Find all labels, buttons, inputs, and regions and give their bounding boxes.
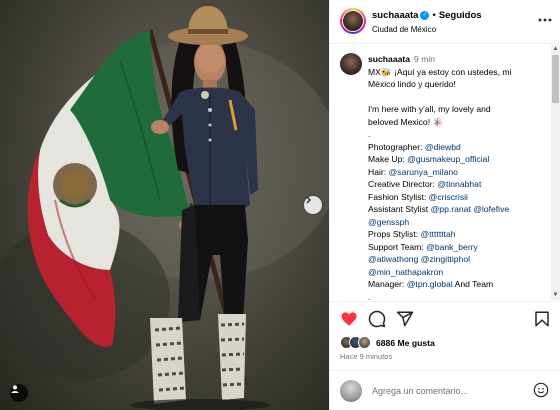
emoji-smile-icon[interactable] <box>533 382 549 398</box>
post-header: suchaaata ✓ • Seguidos Ciudad de México <box>330 0 560 44</box>
caption-mention-link[interactable]: @tttttttah <box>421 229 456 239</box>
caption-username[interactable]: suchaaata <box>368 54 410 64</box>
follow-status-button[interactable]: Seguidos <box>439 10 482 21</box>
user-tag-icon <box>11 385 19 393</box>
caption-mention-link[interactable]: @criscrisii <box>429 192 468 202</box>
caption-time: 9 min <box>414 54 436 64</box>
caption-text: Fashion Stylist: <box>368 191 429 202</box>
caption-mention-link[interactable]: @genssph <box>368 217 409 227</box>
caption-line: Fashion Stylist: @criscrisii <box>368 191 548 204</box>
liker-avatars <box>340 336 371 349</box>
caption-text: beloved Mexico! 🪅 <box>368 116 444 127</box>
caption-mention-link[interactable]: @tpn.global <box>407 279 453 289</box>
caption-header-line: suchaaata 9 min <box>368 53 548 66</box>
caption-line: @min_nathapakron <box>368 266 548 279</box>
caption-text: Manager: <box>368 279 407 289</box>
caption-text: Props Stylist: <box>368 229 421 239</box>
caption-mention-link[interactable]: @gusmakeup_official <box>407 154 489 164</box>
author-username[interactable]: suchaaata <box>372 10 418 21</box>
scroll-down-arrow-icon[interactable]: ▼ <box>551 291 560 300</box>
caption-text: Creative Director: <box>368 179 438 189</box>
caption-line: . <box>368 128 548 141</box>
caption-line: Assistant Stylist @pp.ranat @lofefive <box>368 203 548 216</box>
caption-author-avatar[interactable] <box>340 53 362 75</box>
post-side-panel: suchaaata ✓ • Seguidos Ciudad de México suc… <box>329 0 560 410</box>
caption-text: Hair: <box>368 166 389 177</box>
caption-mention-link[interactable]: @sarunya_milano <box>389 167 458 177</box>
caption-line: @genssph <box>368 216 548 229</box>
caption-line: Manager: @tpn.global And Team <box>368 278 548 291</box>
post-photo-illustration <box>0 6 329 410</box>
post-caption: suchaaata 9 min MX🐝 ¡Aquí ya estoy con us… <box>330 45 560 300</box>
likes-summary[interactable]: 6886 Me gusta <box>340 336 435 349</box>
caption-text: México lindo y querido! <box>368 79 456 89</box>
chevron-right-icon <box>306 196 311 204</box>
caption-line: Props Stylist: @tttttttah <box>368 228 548 241</box>
share-icon[interactable] <box>396 310 414 328</box>
caption-mention-link[interactable]: @min_nathapakron <box>368 267 443 277</box>
caption-text: Photographer: <box>368 141 425 152</box>
caption-mention-link[interactable]: @lofefive <box>473 204 509 214</box>
liker-avatar <box>358 336 371 349</box>
caption-line: Photographer: @diewbd <box>368 141 548 154</box>
action-icons <box>340 310 414 328</box>
caption-text: . <box>368 129 371 139</box>
caption-text: Make Up: <box>368 154 408 164</box>
post-image[interactable] <box>0 0 329 410</box>
bookmark-icon[interactable] <box>533 310 551 328</box>
next-image-button[interactable] <box>304 196 322 214</box>
caption-line: Creative Director: @tinnabhat <box>368 178 548 191</box>
more-options-button[interactable] <box>537 12 553 30</box>
current-user-avatar <box>340 380 362 402</box>
post-actions: 6886 Me gusta Hace 9 minutos <box>330 301 560 381</box>
separator-dot: • <box>432 10 436 21</box>
like-count[interactable]: 6886 Me gusta <box>376 338 435 348</box>
author-avatar[interactable] <box>340 8 366 34</box>
caption-text: And Team <box>452 279 494 289</box>
caption-text: Assistant Stylist <box>368 204 431 214</box>
caption-scrollbar[interactable]: ▲ ▼ <box>551 45 560 300</box>
author-line: suchaaata ✓ • Seguidos <box>372 10 482 21</box>
caption-line: México lindo y querido! <box>368 78 548 91</box>
caption-mention-link[interactable]: @tinnabhat <box>437 179 481 189</box>
post-timestamp: Hace 9 minutos <box>340 352 393 361</box>
caption-mention-link[interactable]: @diewbd <box>425 142 461 152</box>
caption-line: . <box>368 291 548 301</box>
caption-mention-link[interactable]: @zingittiphol <box>421 254 470 264</box>
caption-line: Hair: @sarunya_milano <box>368 166 548 179</box>
caption-mention-link[interactable]: @bank_berry <box>426 242 478 252</box>
verified-badge-icon: ✓ <box>420 10 430 20</box>
scroll-up-arrow-icon[interactable]: ▲ <box>551 45 560 54</box>
comment-composer <box>330 370 560 410</box>
caption-text: MX🐝 ¡Aquí ya estoy con ustedes, mi <box>368 66 512 77</box>
comment-input[interactable] <box>372 381 522 401</box>
caption-line: Make Up: @gusmakeup_official <box>368 153 548 166</box>
caption-line: MX🐝 ¡Aquí ya estoy con ustedes, mi <box>368 66 548 79</box>
user-tags-button[interactable] <box>10 384 28 402</box>
scrollbar-thumb[interactable] <box>552 55 559 103</box>
more-horizontal-icon <box>538 18 552 22</box>
caption-mention-link[interactable]: @atiwathong <box>368 254 418 264</box>
caption-text: . <box>368 291 371 301</box>
caption-text: Support Team: <box>368 241 427 252</box>
caption-line: @atiwathong @zingittiphol <box>368 253 548 266</box>
post-location[interactable]: Ciudad de México <box>372 25 436 34</box>
caption-line: Support Team: @bank_berry <box>368 241 548 254</box>
caption-line: I'm here with y'all, my lovely and <box>368 103 548 116</box>
comment-icon[interactable] <box>368 310 386 328</box>
caption-body: suchaaata 9 min MX🐝 ¡Aquí ya estoy con us… <box>368 53 548 300</box>
caption-mention-link[interactable]: @pp.ranat <box>431 204 471 214</box>
caption-text: I'm here with y'all, my lovely and <box>368 104 491 114</box>
caption-line: beloved Mexico! 🪅 <box>368 116 548 129</box>
heart-filled-icon[interactable] <box>340 310 358 328</box>
